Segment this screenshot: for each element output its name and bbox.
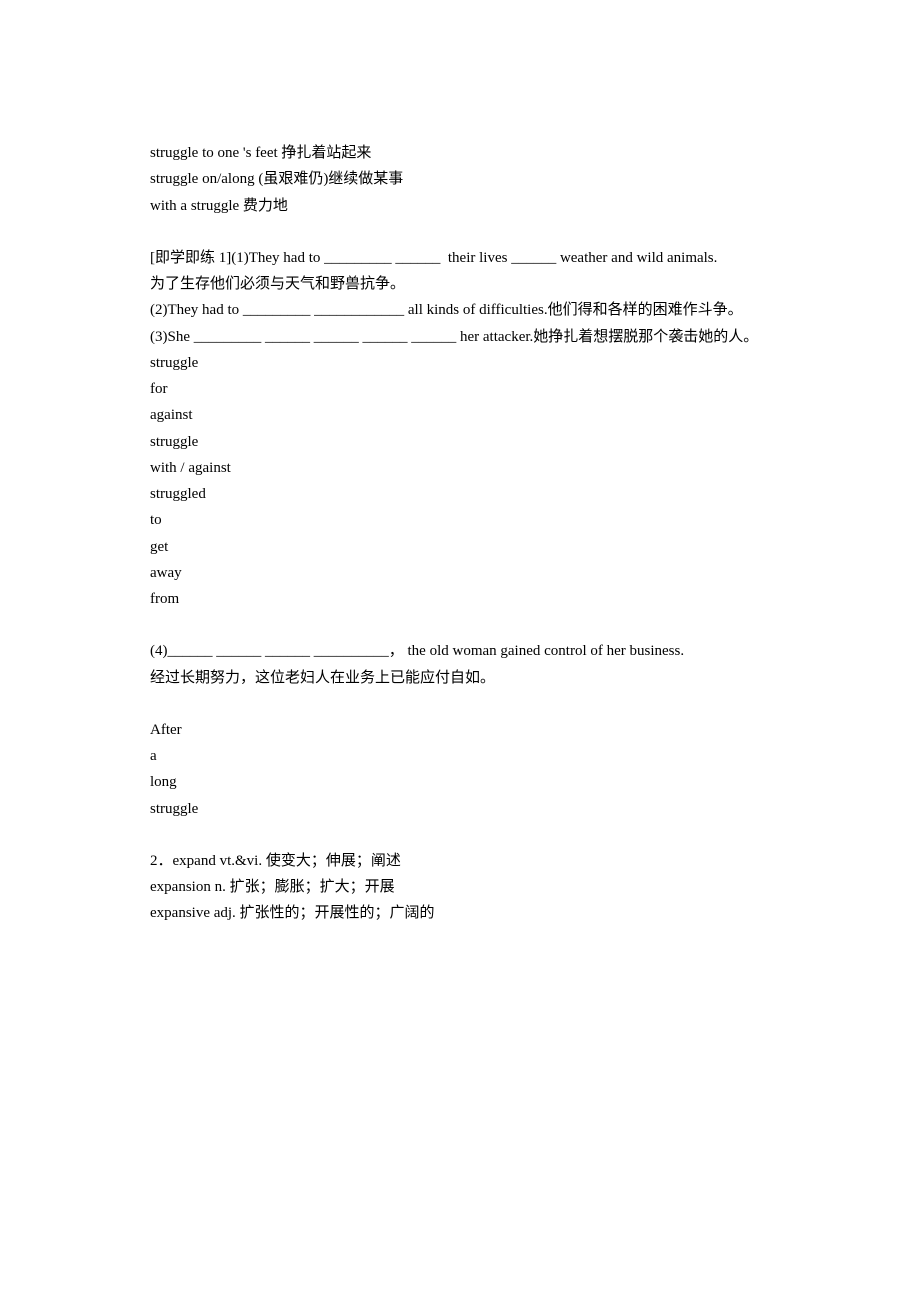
answer-line: away [150,560,770,586]
text-line: 2．expand vt.&vi. 使变大；伸展；阐述 [150,848,770,874]
answer-line: long [150,769,770,795]
vocab-block-expand: 2．expand vt.&vi. 使变大；伸展；阐述 expansion n. … [150,848,770,927]
answer-line: struggle [150,796,770,822]
document-page: struggle to one 's feet 挣扎着站起来 struggle … [0,0,920,1013]
question-line: (2)They had to _________ ____________ al… [150,297,770,323]
answer-line: get [150,534,770,560]
text-line: with a struggle 费力地 [150,193,770,219]
answer-line: for [150,376,770,402]
answer-block: After a long struggle [150,717,770,822]
answer-line: After [150,717,770,743]
text-line: expansion n. 扩张；膨胀；扩大；开展 [150,874,770,900]
translation-line: 经过长期努力，这位老妇人在业务上已能应付自如。 [150,665,770,691]
answer-line: struggle [150,429,770,455]
answer-line: with / against [150,455,770,481]
question-line: (4)______ ______ ______ __________， the … [150,638,770,664]
text-line: struggle on/along (虽艰难仍)继续做某事 [150,166,770,192]
answer-line: a [150,743,770,769]
vocab-block-struggle-phrases: struggle to one 's feet 挣扎着站起来 struggle … [150,140,770,219]
answer-line: struggled [150,481,770,507]
question-line: [即学即练 1](1)They had to _________ ______ … [150,245,770,271]
practice-block-2: (4)______ ______ ______ __________， the … [150,638,770,691]
answer-line: against [150,402,770,428]
answer-line: to [150,507,770,533]
answer-line: struggle [150,350,770,376]
text-line: expansive adj. 扩张性的；开展性的；广阔的 [150,900,770,926]
question-line: (3)She _________ ______ ______ ______ __… [150,324,770,350]
answer-line: from [150,586,770,612]
text-line: struggle to one 's feet 挣扎着站起来 [150,140,770,166]
practice-block-1: [即学即练 1](1)They had to _________ ______ … [150,245,770,613]
translation-line: 为了生存他们必须与天气和野兽抗争。 [150,271,770,297]
